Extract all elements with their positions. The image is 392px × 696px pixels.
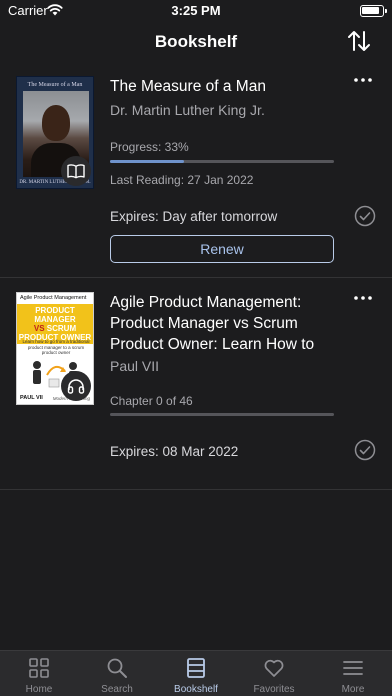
- tab-search[interactable]: Search: [78, 651, 156, 696]
- tab-more[interactable]: More: [314, 651, 392, 696]
- book-item[interactable]: Agile Product Management PRODUCT MANAGER…: [0, 278, 392, 490]
- tab-favorites[interactable]: Favorites: [235, 651, 313, 696]
- book-author: Dr. Martin Luther King Jr.: [110, 102, 265, 118]
- book-item[interactable]: The Measure of a Man DR. MARTIN LUTHER K…: [0, 62, 392, 278]
- search-icon: [107, 658, 127, 678]
- cover-banner-line2: SCRUM: [46, 324, 77, 333]
- chapter-progress-label: Chapter 0 of 46: [110, 394, 193, 408]
- expiry-label: Expires: 08 Mar 2022: [110, 444, 239, 459]
- audiobook-badge: [61, 371, 91, 401]
- bookshelf-list: The Measure of a Man DR. MARTIN LUTHER K…: [0, 62, 392, 490]
- progress-bar: [110, 413, 334, 416]
- book-title[interactable]: Agile Product Management: Product Manage…: [110, 292, 350, 355]
- more-options-icon[interactable]: [354, 296, 372, 300]
- tab-label: Search: [101, 684, 133, 695]
- book-title[interactable]: The Measure of a Man: [110, 76, 350, 97]
- tab-bookshelf[interactable]: Bookshelf: [157, 651, 235, 696]
- check-circle-icon[interactable]: [354, 205, 376, 227]
- tab-label: Home: [25, 684, 53, 695]
- page-title: Bookshelf: [154, 32, 238, 51]
- status-bar: Carrier 3:25 PM: [0, 0, 392, 22]
- cover-banner: PRODUCT MANAGER VS SCRUM PRODUCT OWNER: [17, 304, 93, 344]
- cover-author: PAUL VII: [20, 395, 43, 401]
- bookshelf-icon: [187, 658, 205, 678]
- tab-label: More: [341, 684, 365, 695]
- battery-icon: [360, 5, 387, 17]
- tab-home[interactable]: Home: [0, 651, 78, 696]
- progress-bar: [110, 160, 334, 163]
- expiry-label: Expires: Day after tomorrow: [110, 209, 278, 224]
- headphones-icon: [67, 379, 85, 394]
- sort-arrows-icon[interactable]: [346, 28, 372, 54]
- status-time: 3:25 PM: [171, 3, 221, 18]
- cover-subtitle: Learn how to go from a traditional produ…: [22, 339, 90, 355]
- heart-icon: [264, 659, 284, 677]
- renew-button[interactable]: Renew: [110, 235, 334, 263]
- progress-label: Progress: 33%: [110, 140, 189, 154]
- ebook-badge: [61, 156, 91, 186]
- cover-banner-line1: PRODUCT MANAGER: [34, 306, 76, 324]
- book-author: Paul VII: [110, 358, 160, 374]
- progress-fill: [110, 160, 184, 163]
- tab-bar: Home Search Bookshelf Favorites More: [0, 650, 392, 696]
- more-options-icon[interactable]: [354, 78, 372, 82]
- check-circle-icon[interactable]: [354, 439, 376, 461]
- cover-banner-vs: VS: [33, 324, 45, 333]
- tab-label: Bookshelf: [174, 684, 218, 695]
- cover-title: The Measure of a Man: [27, 82, 83, 88]
- grid-icon: [29, 658, 49, 678]
- tab-label: Favorites: [253, 684, 295, 695]
- last-reading-date: Last Reading: 27 Jan 2022: [110, 173, 254, 187]
- book-icon: [67, 164, 85, 179]
- cover-small-title: Agile Product Management: [20, 295, 87, 301]
- navigation-bar: Bookshelf: [0, 22, 392, 62]
- menu-icon: [343, 661, 363, 675]
